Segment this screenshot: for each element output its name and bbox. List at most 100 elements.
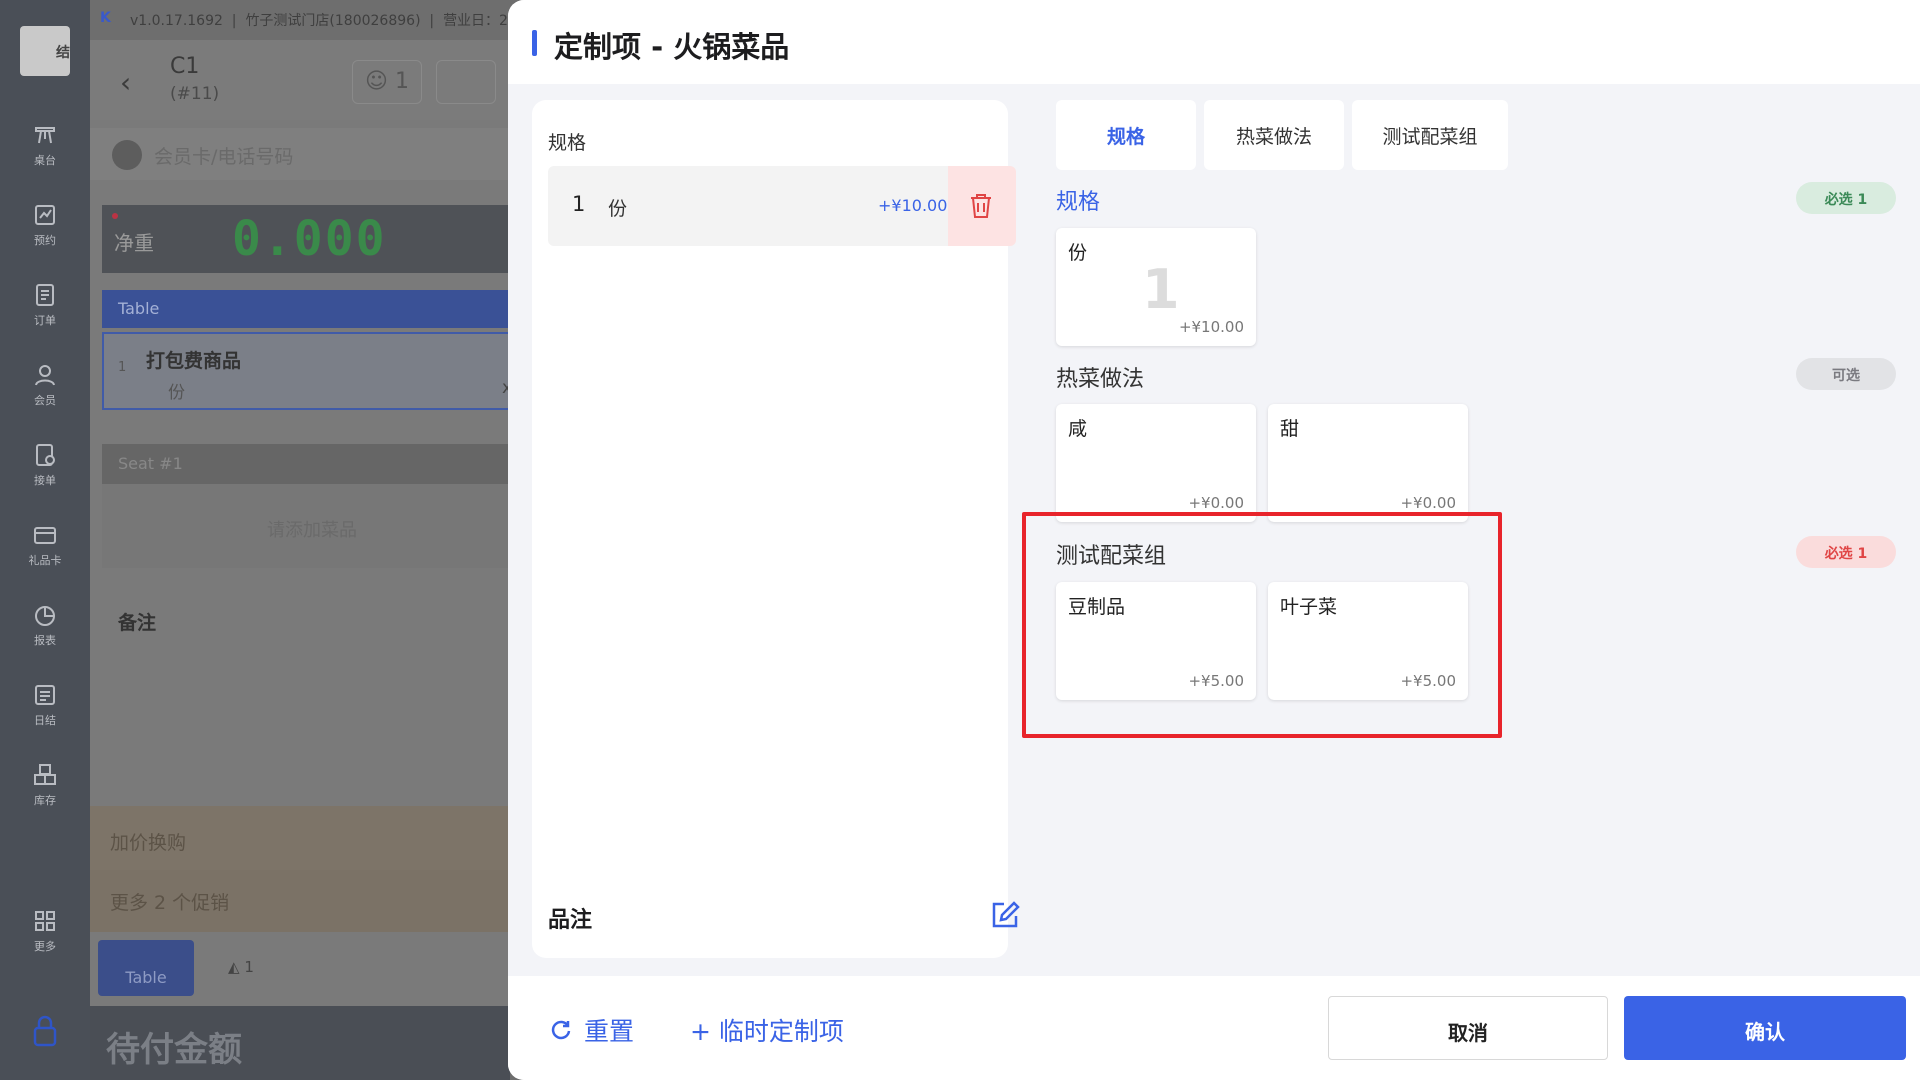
empty-hint: 请添加菜品 <box>102 484 510 568</box>
sidebar-item-accept-order[interactable]: 接单 <box>0 442 90 512</box>
selected-panel: 规格 1 份 +¥10.00 品注 <box>532 100 1020 958</box>
back-icon[interactable]: ‹ <box>120 66 131 99</box>
selected-unit: 份 <box>608 198 628 220</box>
highlight-box <box>1022 512 1502 738</box>
edit-icon[interactable] <box>990 900 1020 930</box>
option-card-portion[interactable]: 份 1 +¥10.00 <box>1056 228 1256 346</box>
more-icon <box>35 911 55 931</box>
customization-dialog: 定制项 - 火锅菜品 规格 1 份 +¥10.00 品注 规格 热菜做法 测试配… <box>508 0 1920 1080</box>
remark-label: 品注 <box>548 908 593 933</box>
seat-section-bar: Seat #1 <box>102 444 510 484</box>
sidebar-item-daily-close[interactable]: 日结 <box>0 682 90 752</box>
order-note-label: 备注 <box>118 612 157 634</box>
selected-qty: 1 <box>572 192 586 216</box>
inventory-icon <box>34 764 56 785</box>
dialog-title: 定制项 - 火锅菜品 <box>554 30 790 64</box>
table-icon <box>35 127 55 144</box>
scale-value: 0.000 <box>232 211 387 267</box>
lock-icon[interactable] <box>32 1014 58 1048</box>
tab-hot-dish-method[interactable]: 热菜做法 <box>1204 100 1344 170</box>
sidebar-item-table[interactable]: 桌台 <box>0 122 90 192</box>
app-version: v1.0.17.1692 <box>130 13 223 29</box>
guest-count-button[interactable]: ☺ 1 <box>352 60 422 104</box>
sidebar-item-label: 库存 <box>34 794 56 807</box>
reservation-icon <box>35 205 55 225</box>
dialog-header: 定制项 - 火锅菜品 <box>508 0 1920 84</box>
scale-status-dot <box>112 213 118 219</box>
sidebar-item-gift-card[interactable]: 礼品卡 <box>0 522 90 592</box>
sidebar: 结 桌台 预约 订单 会员 接单 礼品卡 报表 日结 库存 更多 <box>0 0 90 1080</box>
confirm-button[interactable]: 确认 <box>1624 996 1906 1060</box>
option-price: +¥10.00 <box>1178 318 1244 336</box>
order-number: (#11) <box>170 84 220 104</box>
order-item[interactable]: 1 打包费商品 份 x1 <box>102 332 510 410</box>
sidebar-item-label: 礼品卡 <box>28 554 62 567</box>
daily-close-icon <box>35 685 55 705</box>
status-bar: K v1.0.17.1692 | 竹子测试门店(180026896) | 营业日… <box>90 0 510 40</box>
sidebar-item-inventory[interactable]: 库存 <box>0 762 90 832</box>
promo-more[interactable]: 更多 2 个促销 <box>90 870 510 932</box>
option-card-salty[interactable]: 咸 +¥0.00 <box>1056 404 1256 522</box>
sidebar-item-label: 更多 <box>34 940 56 953</box>
reset-button[interactable]: 重置 <box>584 1012 634 1048</box>
selected-spec-label: 规格 <box>548 132 587 154</box>
checkout-label: 结 <box>56 45 70 61</box>
amount-due-label: 待付金额 <box>90 1006 510 1080</box>
sidebar-item-report[interactable]: 报表 <box>0 602 90 672</box>
table-name: C1 <box>170 54 200 79</box>
seat-icon: ◭ <box>228 958 240 976</box>
order-header: ‹ C1 (#11) ☺ 1 <box>90 40 510 120</box>
item-index: 1 <box>118 360 127 375</box>
title-accent-bar <box>532 30 537 56</box>
sidebar-item-more[interactable]: 更多 <box>0 908 90 978</box>
seat-count: 1 <box>244 958 254 976</box>
business-day: 营业日：2 <box>443 13 508 29</box>
selected-price: +¥10.00 <box>878 196 948 215</box>
guest-count: 1 <box>394 69 409 94</box>
scale-label: 净重 <box>114 231 154 255</box>
member-search-field[interactable]: 会员卡/电话号码 <box>90 128 510 180</box>
tab-seat[interactable]: ◭ 1 <box>228 958 254 976</box>
delete-button[interactable] <box>948 166 1016 246</box>
option-name: 甜 <box>1280 418 1300 440</box>
temp-custom-button[interactable]: + 临时定制项 <box>690 1012 844 1048</box>
section-title-hot-dish-method: 热菜做法 <box>1056 367 1145 392</box>
tab-side-dish-group[interactable]: 测试配菜组 <box>1352 100 1508 170</box>
sidebar-item-label: 日结 <box>34 714 56 727</box>
member-icon <box>112 140 142 170</box>
sidebar-item-member[interactable]: 会员 <box>0 362 90 432</box>
guest-icon: ☺ <box>365 69 388 94</box>
option-card-sweet[interactable]: 甜 +¥0.00 <box>1268 404 1468 522</box>
order-icon <box>36 284 54 306</box>
sidebar-item-label: 接单 <box>34 474 56 487</box>
tab-table[interactable]: Table <box>98 940 194 996</box>
dialog-footer: 重置 + 临时定制项 取消 确认 <box>508 976 1920 1080</box>
promo-upsell[interactable]: 加价换购 <box>90 806 510 870</box>
required-badge: 必选 1 <box>1796 182 1896 214</box>
checkout-button[interactable]: 结 <box>20 26 70 76</box>
option-name: 咸 <box>1068 418 1088 440</box>
item-unit: 份 <box>168 383 185 403</box>
tab-spec[interactable]: 规格 <box>1056 100 1196 170</box>
app-logo-icon: K <box>100 10 111 26</box>
member-placeholder: 会员卡/电话号码 <box>154 146 294 168</box>
sidebar-item-label: 预约 <box>34 234 56 247</box>
option-price: +¥0.00 <box>1400 494 1456 512</box>
temp-custom-label: 临时定制项 <box>718 1017 844 1046</box>
sidebar-item-label: 桌台 <box>34 154 56 167</box>
sidebar-item-label: 会员 <box>34 394 56 407</box>
scale-display: 净重 0.000 <box>102 205 510 273</box>
cancel-button[interactable]: 取消 <box>1328 996 1608 1060</box>
report-icon <box>35 606 55 626</box>
refresh-icon[interactable] <box>550 1018 572 1040</box>
option-count: 1 <box>1142 258 1180 321</box>
sidebar-item-orders[interactable]: 订单 <box>0 282 90 352</box>
plus-icon: + <box>690 1017 719 1046</box>
accept-order-icon <box>36 444 55 466</box>
required-badge: 必选 1 <box>1796 536 1896 568</box>
member-icon <box>35 365 55 386</box>
takeout-bag-button[interactable] <box>436 60 496 104</box>
store-name: 竹子测试门店(180026896) <box>245 13 421 29</box>
sidebar-item-reservation[interactable]: 预约 <box>0 202 90 272</box>
selected-spec-row: 1 份 +¥10.00 <box>548 166 1016 246</box>
